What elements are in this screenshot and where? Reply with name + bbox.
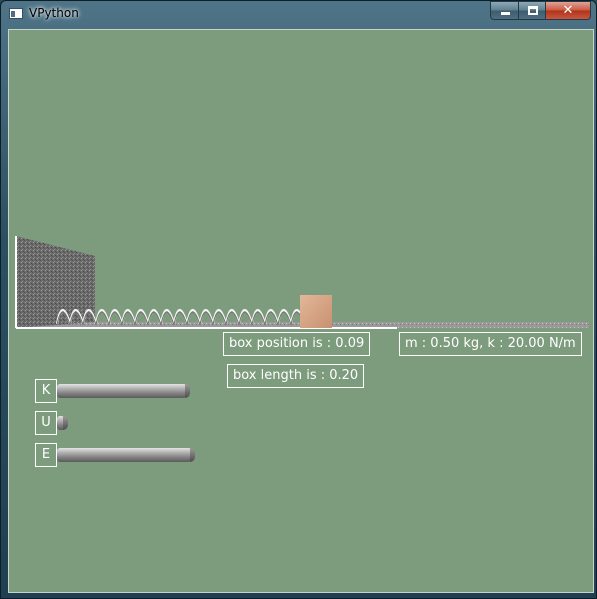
minimize-button[interactable] bbox=[490, 1, 519, 20]
app-window: VPython ✕ box position is: 0.09 m: 0.5… bbox=[0, 0, 597, 599]
mass-block bbox=[300, 295, 332, 328]
total-energy-tag: E bbox=[35, 443, 57, 467]
potential-energy-bar bbox=[57, 416, 68, 430]
params-label: m : 0.50 kg, k : 20.00 N/m bbox=[399, 332, 582, 356]
box-position-label: box position is : 0.09 bbox=[223, 332, 371, 356]
total-energy-bar bbox=[57, 448, 195, 462]
minimize-icon bbox=[501, 12, 510, 15]
title-bar[interactable]: VPython ✕ bbox=[1, 1, 597, 27]
scene-canvas[interactable]: box position is : 0.09 m : 0.50 kg, k : … bbox=[8, 29, 594, 593]
potential-energy-tag: U bbox=[35, 411, 57, 435]
box-length-label: box length is : 0.20 bbox=[227, 364, 365, 388]
close-icon: ✕ bbox=[562, 3, 574, 18]
kinetic-energy-tag: K bbox=[35, 379, 57, 403]
close-button[interactable]: ✕ bbox=[545, 1, 591, 20]
window-title: VPython bbox=[29, 6, 79, 20]
app-icon[interactable] bbox=[9, 8, 23, 19]
kinetic-energy-bar bbox=[57, 384, 190, 398]
wall bbox=[16, 236, 95, 328]
maximize-button[interactable] bbox=[518, 1, 546, 20]
scene-3d bbox=[15, 236, 589, 329]
maximize-icon bbox=[528, 6, 538, 15]
